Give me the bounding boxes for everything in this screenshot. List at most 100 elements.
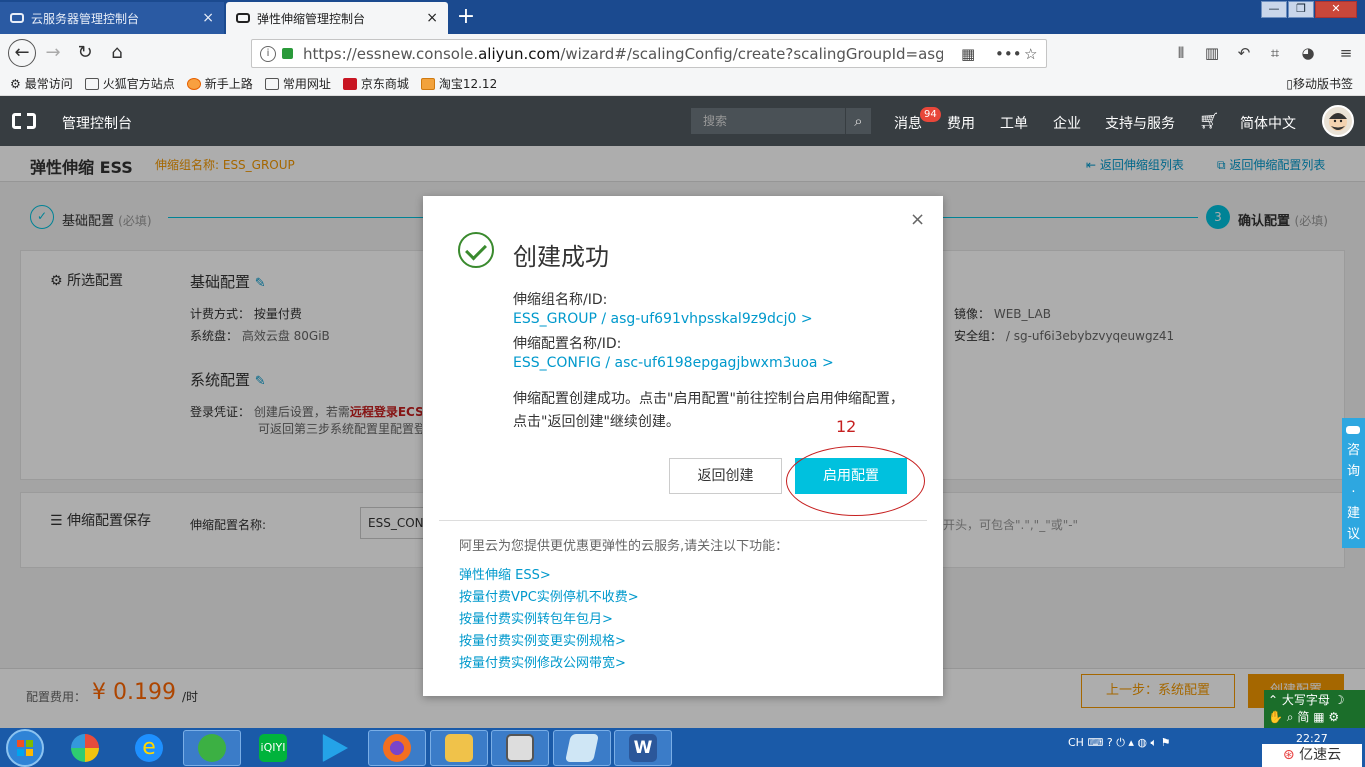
tab-close-icon[interactable]: × — [202, 10, 214, 26]
taskbar-app[interactable] — [183, 730, 241, 766]
flag-icon[interactable]: ⚑ — [1161, 736, 1171, 749]
search-icon[interactable]: ⌕ — [845, 108, 871, 134]
browser-tab-ecs[interactable]: 云服务器管理控制台 × — [0, 2, 224, 34]
undo-icon[interactable]: ↶ — [1234, 44, 1254, 62]
bookmark-item[interactable]: ⚙ 最常访问 — [10, 75, 73, 92]
ime-indicator[interactable]: ⌃ 大写字母 ☽ ✋ ⌕ 简 ▦ ⚙ — [1264, 690, 1365, 728]
network-icon[interactable]: ◍ — [1137, 736, 1147, 749]
message-count-badge: 94 — [920, 107, 941, 122]
bookmark-item[interactable]: 火狐官方站点 — [84, 75, 175, 92]
aliyun-favicon-icon — [236, 13, 250, 23]
annotation-number: 12 — [836, 417, 857, 436]
feature-link[interactable]: 按量付费实例修改公网带宽> — [459, 652, 626, 671]
volume-icon[interactable]: 🔈︎ — [1151, 736, 1158, 749]
nav-billing[interactable]: 费用 — [947, 113, 975, 133]
url-bar[interactable]: i https://essnew.console.aliyun.com/wiza… — [251, 39, 1047, 68]
power-icon[interactable]: ⏻ — [1116, 736, 1125, 749]
info-icon[interactable]: i — [260, 45, 276, 62]
more-options-icon[interactable]: ••• — [995, 45, 1022, 63]
video-player-icon — [322, 734, 348, 762]
consult-char: · — [1351, 485, 1356, 500]
config-id-link[interactable]: ESS_CONFIG / asc-uf6198epgagjbwxm3uoa > — [513, 355, 834, 371]
nav-messages[interactable]: 消息 — [894, 113, 922, 133]
chat-icon[interactable]: ◕ — [1298, 44, 1318, 62]
reload-icon[interactable]: ↻ — [72, 41, 98, 65]
keyboard-icon[interactable]: ⌨ — [1087, 736, 1103, 749]
feature-link[interactable]: 弹性伸缩 ESS> — [459, 564, 551, 583]
console-title[interactable]: 管理控制台 — [62, 113, 132, 133]
menu-icon[interactable]: ≡ — [1336, 44, 1356, 62]
consult-char: 建 — [1346, 506, 1360, 521]
gear-icon: ⚙ — [1328, 710, 1340, 724]
bookmark-item[interactable]: 常用网址 — [264, 75, 331, 92]
aliyun-logo-icon[interactable] — [12, 113, 36, 129]
url-text[interactable]: https://essnew.console.aliyun.com/wizard… — [303, 45, 943, 63]
feature-link[interactable]: 按量付费VPC实例停机不收费> — [459, 586, 639, 605]
nav-tickets[interactable]: 工单 — [1000, 113, 1028, 133]
folder-icon — [445, 734, 473, 762]
back-to-create-button[interactable]: 返回创建 — [669, 458, 782, 494]
windows-logo-icon — [17, 740, 33, 756]
iqiyi-icon: iQIYI — [259, 734, 287, 762]
taskbar-app[interactable] — [56, 730, 114, 766]
taskbar-app[interactable] — [553, 730, 611, 766]
avatar[interactable] — [1322, 105, 1354, 137]
new-tab-button[interactable]: + — [455, 4, 477, 29]
back-arrow-icon[interactable]: ← — [8, 39, 36, 67]
maximize-button[interactable]: ❐ — [1288, 1, 1314, 18]
word-icon: W — [629, 734, 657, 762]
bookmark-item[interactable]: 淘宝12.12 — [420, 75, 497, 92]
bookmark-star-icon[interactable]: ☆ — [1024, 45, 1037, 63]
nav-support[interactable]: 支持与服务 — [1105, 113, 1175, 133]
dialog-close-icon[interactable]: × — [910, 209, 925, 230]
caret-icon: ⌃ — [1268, 693, 1282, 707]
home-icon[interactable]: ⌂ — [104, 41, 130, 65]
nav-language[interactable]: 简体中文 — [1240, 113, 1296, 133]
taskbar-app[interactable]: W — [614, 730, 672, 766]
search-input[interactable]: 搜索 — [691, 108, 871, 134]
library-icon[interactable]: ⫴ — [1171, 44, 1191, 62]
group-id-link[interactable]: ESS_GROUP / asg-uf691vhpsskal9z9dcj0 > — [513, 311, 813, 327]
nav-enterprise[interactable]: 企业 — [1053, 113, 1081, 133]
tab-title: 弹性伸缩管理控制台 — [257, 11, 366, 26]
success-check-icon — [458, 232, 494, 268]
help-icon[interactable]: ? — [1107, 736, 1113, 749]
firefox-icon — [383, 734, 411, 762]
tab-close-icon[interactable]: × — [426, 10, 438, 26]
feature-link[interactable]: 按量付费实例变更实例规格> — [459, 630, 626, 649]
dialog-divider — [439, 520, 927, 521]
taskbar-app[interactable]: e — [120, 730, 178, 766]
consult-char: 咨 — [1346, 443, 1360, 458]
start-button[interactable] — [6, 729, 44, 767]
taskbar-app[interactable] — [368, 730, 426, 766]
language-indicator[interactable]: CH — [1068, 736, 1084, 749]
mobile-icon: ▯ — [1286, 77, 1293, 91]
cart-icon[interactable]: 🛒︎ — [1199, 111, 1219, 130]
screenshot-icon[interactable]: ⌗ — [1265, 44, 1285, 62]
taskbar-app[interactable] — [305, 730, 363, 766]
dialog-title: 创建成功 — [513, 243, 609, 271]
mobile-bookmarks[interactable]: ▯移动版书签 — [1286, 75, 1353, 92]
yisu-watermark: ⊛ 亿速云 — [1262, 744, 1362, 767]
qr-code-icon[interactable]: ▦ — [961, 45, 975, 63]
feature-link[interactable]: 按量付费实例转包年包月> — [459, 608, 613, 627]
tray-expand-icon[interactable]: ▴ — [1128, 736, 1134, 749]
bookmark-item[interactable]: 京东商城 — [342, 75, 409, 92]
window-close-button[interactable]: ✕ — [1315, 1, 1357, 18]
taskbar-app[interactable] — [430, 730, 488, 766]
forward-arrow-icon[interactable]: → — [40, 41, 66, 65]
moon-icon: ☽ — [1333, 693, 1345, 707]
bookmark-item[interactable]: 新手上路 — [186, 75, 253, 92]
gear-icon: ⚙ — [10, 76, 21, 91]
remote-desktop-icon — [506, 734, 534, 762]
folder-icon — [264, 77, 279, 90]
sidebar-icon[interactable]: ▥ — [1202, 44, 1222, 62]
taskbar-app[interactable] — [491, 730, 549, 766]
taskbar-app[interactable]: iQIYI — [244, 730, 302, 766]
system-tray[interactable]: CH ⌨ ? ⏻ ▴ ◍ 🔈︎ ⚑ — [1068, 736, 1171, 750]
browser-tab-ess[interactable]: 弹性伸缩管理控制台 × — [226, 2, 448, 34]
minimize-button[interactable]: — — [1261, 1, 1287, 18]
jd-icon — [342, 77, 357, 90]
consult-suggest-tab[interactable]: 咨 询 · 建 议 — [1342, 418, 1365, 548]
tab-title: 云服务器管理控制台 — [31, 11, 140, 26]
